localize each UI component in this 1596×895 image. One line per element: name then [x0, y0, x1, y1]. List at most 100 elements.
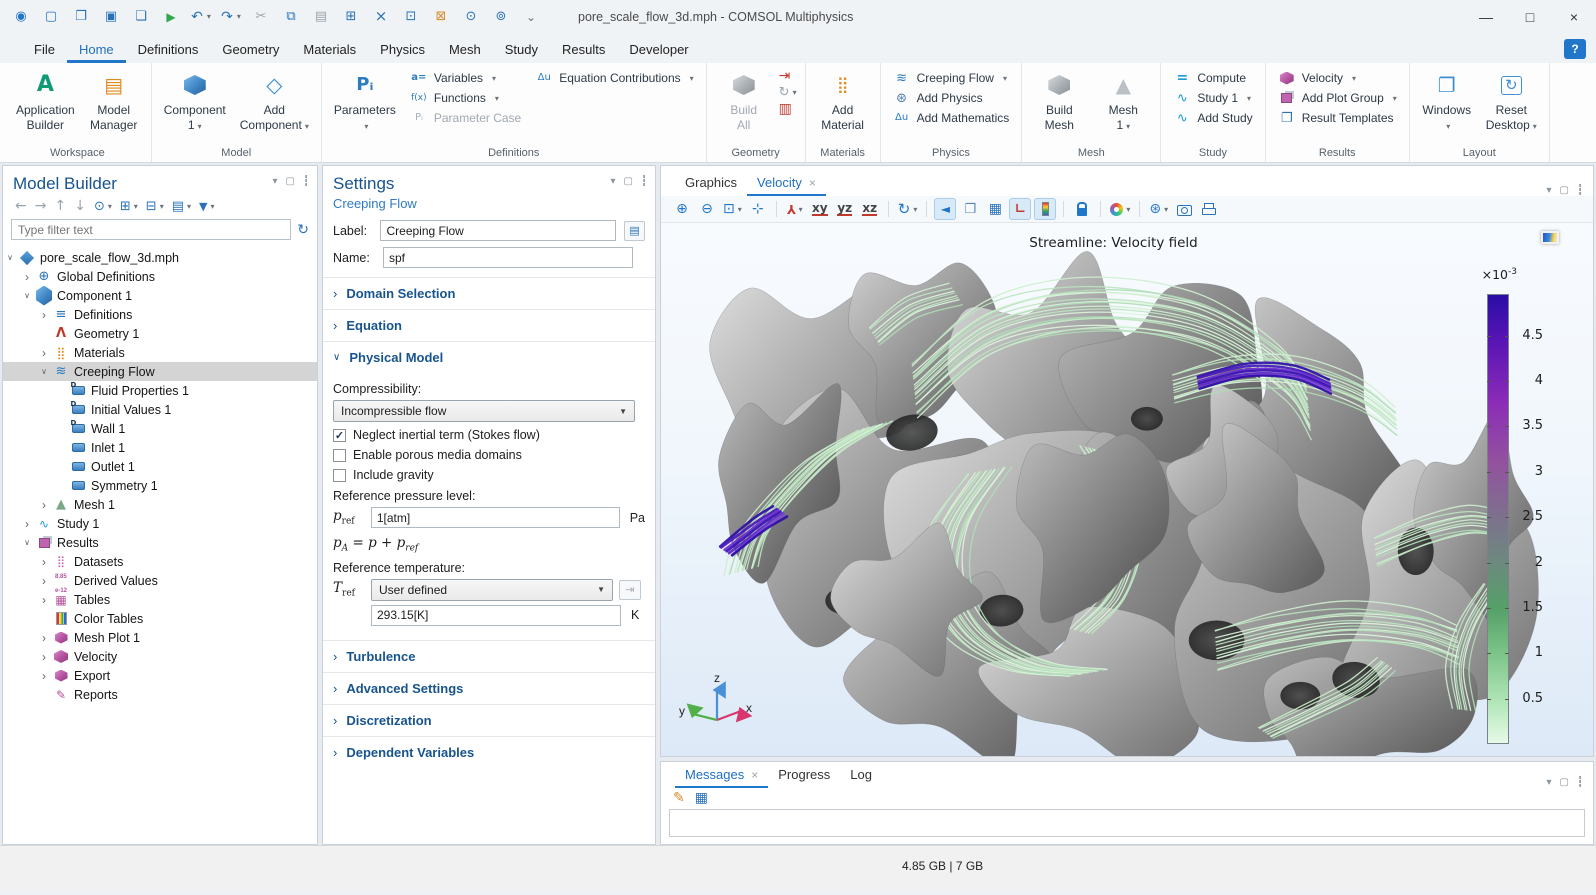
import-button[interactable]: ⇥ — [779, 69, 797, 83]
section-equation[interactable]: ›Equation — [323, 309, 655, 341]
yz-view-button[interactable]: yz — [834, 198, 856, 220]
xz-view-button[interactable]: xz — [859, 198, 881, 220]
duplicate-button[interactable]: ⊞ — [338, 5, 364, 29]
zoom-extents-button[interactable]: ⊹ — [747, 198, 769, 220]
move-down-button[interactable]: ↓ — [72, 198, 88, 214]
grid-button[interactable]: ▦ — [984, 198, 1006, 220]
forward-button[interactable]: → — [33, 198, 49, 214]
tab-graphics[interactable]: Graphics — [675, 170, 747, 196]
copy-button[interactable]: ⧉ — [278, 5, 304, 29]
move-up-button[interactable]: ↑ — [52, 198, 68, 214]
equation-contributions-button[interactable]: ΔuEquation Contributions▾ — [529, 69, 699, 87]
filter-button[interactable]: ▼▾ — [197, 200, 216, 213]
ribbon-tab-geometry[interactable]: Geometry — [210, 37, 291, 63]
tree-item-tables[interactable]: ›▦Tables — [3, 590, 317, 609]
section-turbulence[interactable]: ›Turbulence — [323, 640, 655, 672]
close-button[interactable]: × — [1552, 0, 1596, 33]
add-mathematics-button[interactable]: ΔuAdd Mathematics — [887, 109, 1016, 127]
build-all-button[interactable]: BuildAll — [713, 67, 775, 135]
collapse-node-icon[interactable]: ∨ — [39, 367, 49, 376]
tree-item-fluid-properties-1[interactable]: Fluid Properties 1 — [3, 381, 317, 400]
expand-node-icon[interactable]: › — [39, 555, 49, 569]
tab-progress[interactable]: Progress — [768, 762, 840, 788]
section-advanced-settings[interactable]: ›Advanced Settings — [323, 672, 655, 704]
ribbon-tab-materials[interactable]: Materials — [291, 37, 368, 63]
windows-button[interactable]: ❐Windows▾ — [1416, 67, 1478, 135]
section-discretization[interactable]: ›Discretization — [323, 704, 655, 736]
tree-item-outlet-1[interactable]: Outlet 1 — [3, 457, 317, 476]
ribbon-tab-file[interactable]: File — [22, 37, 67, 63]
add-plot-group-button[interactable]: Add Plot Group▾ — [1272, 89, 1403, 107]
name-field[interactable] — [383, 247, 633, 268]
panel-menu-icon[interactable]: ▾ — [610, 177, 615, 187]
find-button[interactable]: ⊙ — [458, 5, 484, 29]
open-button[interactable]: ❐ — [68, 5, 94, 29]
expand-node-icon[interactable]: › — [39, 346, 49, 360]
velocity-plot-button[interactable]: Velocity▾ — [1272, 69, 1403, 87]
mesh-1-button[interactable]: ▲Mesh1▾ — [1092, 67, 1154, 135]
collapse-node-icon[interactable]: ∨ — [22, 538, 32, 547]
section-domain-selection[interactable]: ›Domain Selection — [323, 277, 655, 309]
checkbox-box[interactable] — [333, 449, 346, 462]
tree-item-export[interactable]: ›Export — [3, 666, 317, 685]
tree-item-reports[interactable]: ✎Reports — [3, 685, 317, 704]
section-physical-model[interactable]: ∨ Physical Model — [323, 341, 655, 373]
tab-velocity[interactable]: Velocity× — [747, 170, 826, 196]
ribbon-tab-home[interactable]: Home — [67, 37, 126, 63]
checkbox-box[interactable] — [333, 469, 346, 482]
ribbon-tab-physics[interactable]: Physics — [368, 37, 437, 63]
tree-item-global-definitions[interactable]: ›⊕Global Definitions — [3, 267, 317, 286]
tree-item-materials[interactable]: ›⣿Materials — [3, 343, 317, 362]
pin-panel-icon[interactable]: ┇ — [1577, 778, 1583, 788]
tree-item-wall-1[interactable]: Wall 1 — [3, 419, 317, 438]
tree-item-datasets[interactable]: ›⣿Datasets — [3, 552, 317, 571]
clear-messages-button[interactable]: ✎ — [673, 791, 685, 805]
run-button[interactable]: ▶ — [158, 5, 184, 29]
pin-panel-icon[interactable]: ┇ — [303, 177, 309, 187]
virtual-operations-button[interactable]: ▥ — [779, 102, 797, 116]
ribbon-tab-results[interactable]: Results — [550, 37, 617, 63]
plot-thumbnail-icon[interactable] — [1541, 231, 1559, 244]
checkbox-include-gravity[interactable]: Include gravity — [333, 468, 645, 482]
ribbon-tab-definitions[interactable]: Definitions — [126, 37, 211, 63]
checkbox-enable-porous-media-domains[interactable]: Enable porous media domains — [333, 448, 645, 462]
tab-log[interactable]: Log — [840, 762, 882, 788]
expand-node-icon[interactable]: › — [39, 308, 49, 322]
tree-item-mesh-1[interactable]: ›▲Mesh 1 — [3, 495, 317, 514]
tree-item-definitions[interactable]: ›≡Definitions — [3, 305, 317, 324]
redo-button[interactable]: ↷▾ — [218, 5, 244, 29]
xy-view-button[interactable]: xy — [809, 198, 831, 220]
build-mesh-button[interactable]: BuildMesh — [1028, 67, 1090, 135]
label-field[interactable] — [380, 220, 616, 241]
color-theme-button[interactable]: ▾ — [1108, 198, 1132, 220]
study-1-button[interactable]: ∿Study 1▾ — [1167, 89, 1258, 107]
expand-node-icon[interactable]: › — [39, 669, 49, 683]
zoom-selected-button[interactable]: ⊚ — [488, 5, 514, 29]
paste-button[interactable]: ▤ — [308, 5, 334, 29]
refresh-icon[interactable]: ↻ — [297, 223, 309, 237]
maximize-button[interactable]: □ — [1508, 0, 1552, 33]
model-manager-button[interactable]: ▤ModelManager — [83, 67, 145, 135]
environment-button[interactable]: ❒ — [959, 198, 981, 220]
expand-node-icon[interactable]: › — [22, 517, 32, 531]
ribbon-tab-developer[interactable]: Developer — [617, 37, 700, 63]
float-panel-icon[interactable]: ▢ — [286, 177, 295, 187]
zoom-box-button[interactable]: ⊡▾ — [721, 198, 744, 220]
float-panel-icon[interactable]: ▢ — [1560, 778, 1569, 788]
parameter-case-button[interactable]: PᵢParameter Case — [404, 109, 527, 127]
panel-menu-icon[interactable]: ▾ — [272, 177, 277, 187]
toolbar-overflow-button[interactable]: ⌄ — [518, 5, 544, 29]
undo-button[interactable]: ↶▾ — [188, 5, 214, 29]
expand-node-icon[interactable]: › — [39, 650, 49, 664]
expand-node-icon[interactable]: › — [39, 574, 49, 588]
panel-menu-icon[interactable]: ▾ — [1546, 778, 1551, 788]
compressibility-select[interactable]: Incompressible flow ▼ — [333, 400, 635, 422]
lock-axes-button[interactable] — [1071, 198, 1093, 220]
rotate-button[interactable]: ↻▾ — [896, 198, 920, 220]
show-button[interactable]: ⊙▾ — [92, 199, 114, 214]
tree-item-pore-scale-flow-3d-mph[interactable]: ∨pore_scale_flow_3d.mph — [3, 248, 317, 267]
tab-messages[interactable]: Messages× — [675, 762, 768, 788]
functions-button[interactable]: f(x)Functions▾ — [404, 89, 527, 107]
float-panel-icon[interactable]: ▢ — [1560, 186, 1569, 196]
reset-desktop-button[interactable]: ↻ResetDesktop▾ — [1480, 67, 1543, 135]
